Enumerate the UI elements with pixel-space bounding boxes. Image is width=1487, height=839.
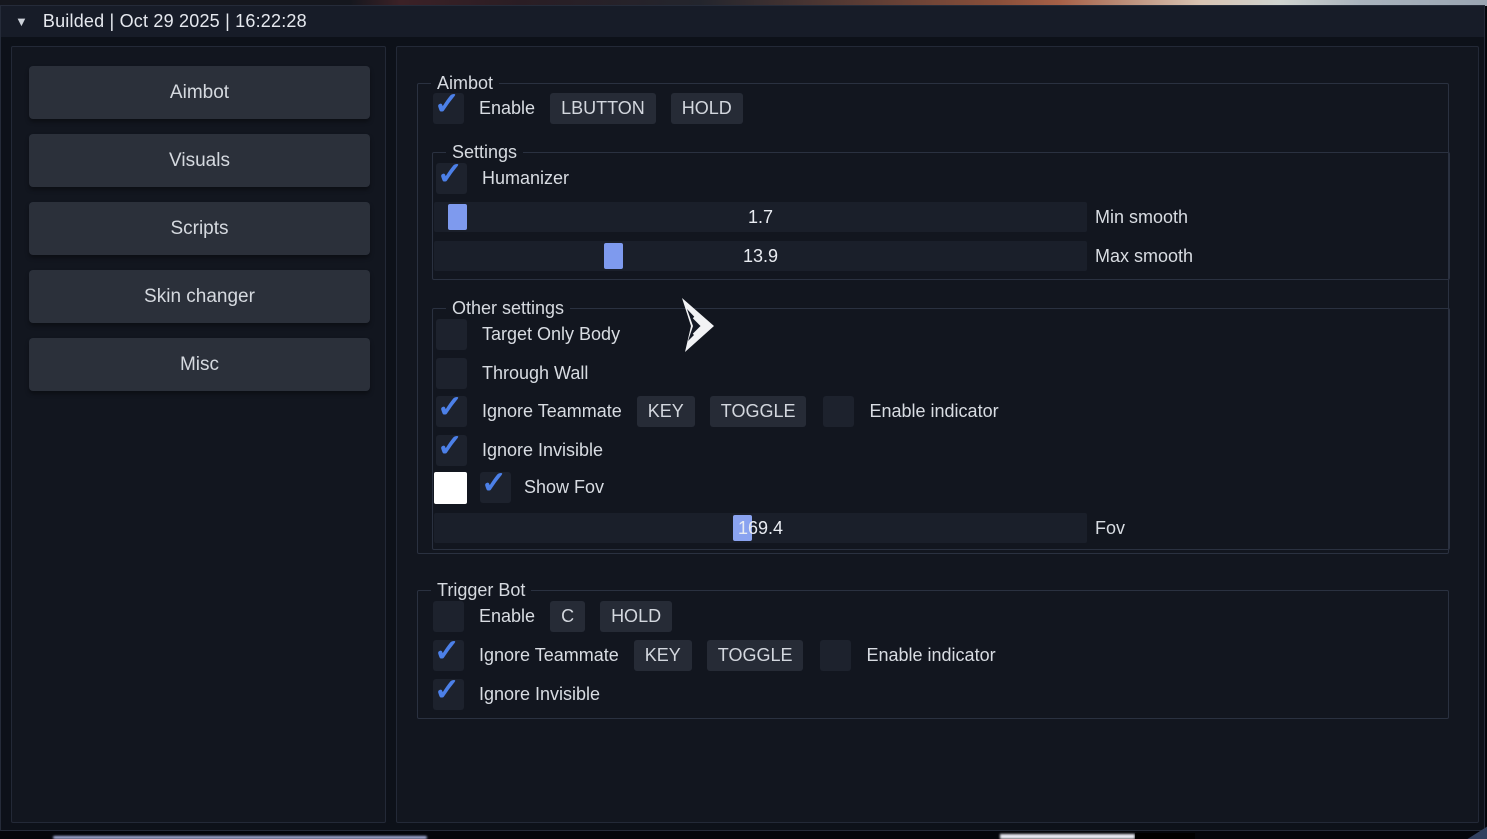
window-title: Builded | Oct 29 2025 | 16:22:28 <box>43 11 307 32</box>
enable-indicator-label: Enable indicator <box>869 401 998 422</box>
target-only-body-checkbox[interactable]: ✓ <box>436 319 467 350</box>
aimbot-enable-checkbox[interactable]: ✓ <box>433 93 464 124</box>
aimbot-enable-row: ✓ Enable LBUTTON HOLD <box>433 93 743 124</box>
sidebar-item-aimbot[interactable]: Aimbot <box>29 66 370 119</box>
trigger-bot-group-label: Trigger Bot <box>431 580 531 601</box>
ignore-teammate-row: ✓ Ignore Teammate KEY TOGGLE ✓ Enable in… <box>436 396 999 427</box>
target-only-body-row: ✓ Target Only Body <box>436 319 620 350</box>
sidebar-item-skin-changer[interactable]: Skin changer <box>29 270 370 323</box>
fov-color-swatch[interactable] <box>434 472 467 504</box>
sidebar-item-visuals[interactable]: Visuals <box>29 134 370 187</box>
enable-indicator-checkbox[interactable]: ✓ <box>823 396 854 427</box>
check-icon: ✓ <box>437 156 463 192</box>
ignore-invisible-label: Ignore Invisible <box>482 440 603 461</box>
fov-slider-row: 169.4 Fov <box>434 513 1125 543</box>
show-fov-checkbox[interactable]: ✓ <box>480 472 511 503</box>
ignore-teammate-keybind-button[interactable]: KEY <box>637 396 695 427</box>
ignore-teammate-keymode-button[interactable]: TOGGLE <box>710 396 807 427</box>
collapse-arrow-icon[interactable]: ▼ <box>15 14 28 29</box>
game-hud-glow <box>1000 834 1135 839</box>
humanizer-label: Humanizer <box>482 168 569 189</box>
ignore-invisible-row: ✓ Ignore Invisible <box>436 435 603 466</box>
max-smooth-slider[interactable]: 13.9 <box>434 241 1087 271</box>
aimbot-group: Aimbot ✓ Enable LBUTTON HOLD Settings ✓ <box>417 83 1449 554</box>
other-settings-group-label: Other settings <box>446 298 570 319</box>
min-smooth-label: Min smooth <box>1095 207 1188 228</box>
trigger-enable-checkbox[interactable]: ✓ <box>433 601 464 632</box>
sidebar-item-scripts[interactable]: Scripts <box>29 202 370 255</box>
game-background-bottom-strip <box>0 831 1487 839</box>
aimbot-enable-label: Enable <box>479 98 535 119</box>
game-hud-box <box>1135 833 1195 839</box>
trigger-ignore-teammate-keymode-button[interactable]: TOGGLE <box>707 640 804 671</box>
trigger-enable-indicator-label: Enable indicator <box>866 645 995 666</box>
trigger-enable-row: ✓ Enable C HOLD <box>433 601 672 632</box>
fov-label: Fov <box>1095 518 1125 539</box>
min-smooth-slider-row: 1.7 Min smooth <box>434 202 1188 232</box>
min-smooth-slider[interactable]: 1.7 <box>434 202 1087 232</box>
resize-grip[interactable] <box>1458 826 1487 839</box>
main-panel: Aimbot ✓ Enable LBUTTON HOLD Settings ✓ <box>396 46 1479 823</box>
target-only-body-label: Target Only Body <box>482 324 620 345</box>
trigger-ignore-teammate-checkbox[interactable]: ✓ <box>433 640 464 671</box>
fov-value: 169.4 <box>434 513 1087 543</box>
trigger-ignore-teammate-label: Ignore Teammate <box>479 645 619 666</box>
fov-slider[interactable]: 169.4 <box>434 513 1087 543</box>
humanizer-checkbox[interactable]: ✓ <box>436 163 467 194</box>
check-icon: ✓ <box>434 672 460 708</box>
trigger-ignore-invisible-label: Ignore Invisible <box>479 684 600 705</box>
trigger-keybind-button[interactable]: C <box>550 601 585 632</box>
max-smooth-value: 13.9 <box>434 241 1087 271</box>
ignore-invisible-checkbox[interactable]: ✓ <box>436 435 467 466</box>
other-settings-group: Other settings ✓ Target Only Body ✓ Thro… <box>432 308 1450 550</box>
trigger-ignore-invisible-checkbox[interactable]: ✓ <box>433 679 464 710</box>
humanizer-row: ✓ Humanizer <box>436 163 569 194</box>
title-bar[interactable]: ▼ Builded | Oct 29 2025 | 16:22:28 <box>1 6 1484 37</box>
check-icon: ✓ <box>481 465 507 501</box>
trigger-keymode-button[interactable]: HOLD <box>600 601 672 632</box>
sidebar-item-misc[interactable]: Misc <box>29 338 370 391</box>
check-icon: ✓ <box>437 389 463 425</box>
ignore-teammate-checkbox[interactable]: ✓ <box>436 396 467 427</box>
check-icon: ✓ <box>434 86 460 122</box>
sidebar: Aimbot Visuals Scripts Skin changer Misc <box>11 46 386 823</box>
trigger-ignore-teammate-keybind-button[interactable]: KEY <box>634 640 692 671</box>
aimbot-keymode-button[interactable]: HOLD <box>671 93 743 124</box>
cheat-menu-window: ▼ Builded | Oct 29 2025 | 16:22:28 Aimbo… <box>0 5 1485 831</box>
min-smooth-value: 1.7 <box>434 202 1087 232</box>
trigger-enable-indicator-checkbox[interactable]: ✓ <box>820 640 851 671</box>
trigger-ignore-invisible-row: ✓ Ignore Invisible <box>433 679 600 710</box>
through-wall-checkbox[interactable]: ✓ <box>436 358 467 389</box>
ignore-teammate-label: Ignore Teammate <box>482 401 622 422</box>
check-icon: ✓ <box>437 428 463 464</box>
trigger-enable-label: Enable <box>479 606 535 627</box>
through-wall-label: Through Wall <box>482 363 588 384</box>
trigger-ignore-teammate-row: ✓ Ignore Teammate KEY TOGGLE ✓ Enable in… <box>433 640 996 671</box>
through-wall-row: ✓ Through Wall <box>436 358 588 389</box>
trigger-bot-group: Trigger Bot ✓ Enable C HOLD ✓ Ignore Tea… <box>417 590 1449 719</box>
show-fov-row: ✓ Show Fov <box>434 471 604 504</box>
aimbot-keybind-button[interactable]: LBUTTON <box>550 93 656 124</box>
max-smooth-label: Max smooth <box>1095 246 1193 267</box>
check-icon: ✓ <box>434 633 460 669</box>
show-fov-label: Show Fov <box>524 477 604 498</box>
max-smooth-slider-row: 13.9 Max smooth <box>434 241 1193 271</box>
screen: ▼ Builded | Oct 29 2025 | 16:22:28 Aimbo… <box>0 0 1487 839</box>
settings-group: Settings ✓ Humanizer 1.7 Min smooth <box>432 152 1450 280</box>
